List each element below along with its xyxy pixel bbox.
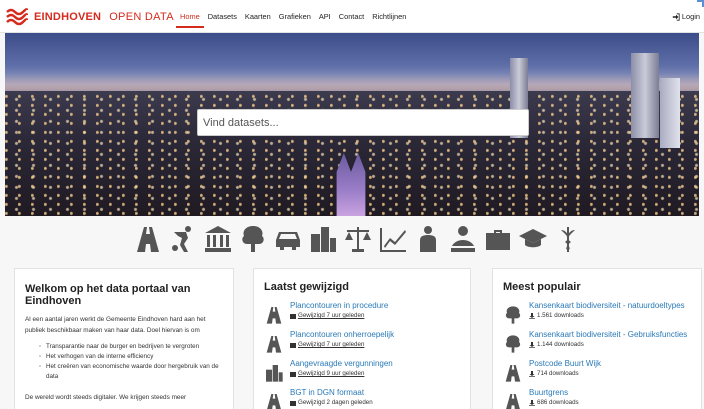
road-icon xyxy=(264,392,284,409)
download-icon xyxy=(529,400,535,406)
list-item[interactable]: Buurtgrens 686 downloads xyxy=(503,388,691,409)
latest-card: Laatst gewijzigd Plancontouren in proced… xyxy=(253,268,471,409)
welcome-tail: De wereld wordt steeds digitaler. We kri… xyxy=(25,394,187,401)
sports-icon[interactable] xyxy=(167,222,198,256)
list-item: Het verhogen van de interne efficiency xyxy=(39,352,223,362)
dataset-link[interactable]: BGT in DGN formaat xyxy=(290,388,373,398)
nav-grafieken[interactable]: Grafieken xyxy=(279,12,311,21)
nav-api[interactable]: API xyxy=(319,12,331,21)
list-item[interactable]: Postcode Buurt Wijk 714 downloads xyxy=(503,359,691,388)
government-icon[interactable] xyxy=(202,222,233,256)
welcome-card: Welkom op het data portaal van Eindhoven… xyxy=(14,268,234,409)
building-icon[interactable] xyxy=(307,222,338,256)
download-icon xyxy=(529,371,535,377)
dataset-meta: 1.561 downloads xyxy=(529,311,685,321)
welcome-bullets: Transparantie naar de burger en bedrijve… xyxy=(39,342,223,382)
calendar-icon xyxy=(290,343,296,348)
dataset-meta: 1.144 downloads xyxy=(529,340,687,350)
list-item: Transparantie naar de burger en bedrijve… xyxy=(39,342,223,352)
briefcase-icon[interactable] xyxy=(482,222,513,256)
dataset-link[interactable]: Buurtgrens xyxy=(529,388,579,398)
search-input[interactable] xyxy=(197,109,529,136)
tree-icon[interactable] xyxy=(237,222,268,256)
calendar-icon xyxy=(290,372,296,377)
road-icon xyxy=(503,363,523,383)
nav-datasets[interactable]: Datasets xyxy=(208,12,237,21)
brand-sub: OPEN DATA xyxy=(109,11,174,23)
window-corner xyxy=(697,0,704,7)
graduation-icon[interactable] xyxy=(517,222,548,256)
dataset-link[interactable]: Plancontouren onherroepelijk xyxy=(290,330,394,340)
latest-title: Laatst gewijzigd xyxy=(264,281,349,293)
login-label: Login xyxy=(681,12,700,21)
welcome-intro: Al een aantal jaren werkt de Gemeente Ei… xyxy=(25,316,206,334)
login-icon xyxy=(672,12,680,21)
dataset-meta: Gewijzigd 9 uur geleden xyxy=(290,369,393,379)
car-icon[interactable] xyxy=(272,222,303,256)
popular-card: Meest populair Kansenkaart biodiversitei… xyxy=(492,268,702,409)
list-item[interactable]: BGT in DGN formaat Gewijzigd 2 dagen gel… xyxy=(264,388,460,409)
road-icon xyxy=(264,334,284,354)
list-item[interactable]: Plancontouren onherroepelijk Gewijzigd 7… xyxy=(264,330,460,359)
dataset-link[interactable]: Plancontouren in procedure xyxy=(290,301,388,311)
dataset-meta: 714 downloads xyxy=(529,369,601,379)
dataset-meta: Gewijzigd 7 uur geleden xyxy=(290,311,388,321)
road-icon xyxy=(264,305,284,325)
list-item[interactable]: Kansenkaart biodiversiteit - natuurdoelt… xyxy=(503,301,691,330)
building-icon xyxy=(264,363,284,383)
header: EINDHOVEN OPEN DATA Home Datasets Kaarte… xyxy=(0,0,704,33)
dataset-meta: 686 downloads xyxy=(529,398,579,408)
dataset-link[interactable]: Postcode Buurt Wijk xyxy=(529,359,601,369)
login-button[interactable]: Login xyxy=(672,12,700,21)
dataset-meta: Gewijzigd 7 uur geleden xyxy=(290,340,394,350)
dataset-link[interactable]: Kansenkaart biodiversiteit - Gebruiksfun… xyxy=(529,330,687,340)
dataset-link[interactable]: Aangevraagde vergunningen xyxy=(290,359,393,369)
popular-list: Kansenkaart biodiversiteit - natuurdoelt… xyxy=(503,301,691,409)
road-icon[interactable] xyxy=(132,222,163,256)
tower xyxy=(660,78,680,148)
list-item[interactable]: Plancontouren in procedure Gewijzigd 7 u… xyxy=(264,301,460,330)
tourism-icon[interactable] xyxy=(447,222,478,256)
calendar-icon xyxy=(290,401,296,406)
nav-richtlijnen[interactable]: Richtlijnen xyxy=(372,12,406,21)
calendar-icon xyxy=(290,314,296,319)
scales-icon[interactable] xyxy=(342,222,373,256)
brand-name: EINDHOVEN xyxy=(34,11,102,23)
tree-icon xyxy=(503,305,523,325)
category-icons xyxy=(132,222,587,256)
chart-icon[interactable] xyxy=(377,222,408,256)
eindhoven-logo-icon xyxy=(6,8,28,26)
tree-icon xyxy=(503,334,523,354)
nav-home[interactable]: Home xyxy=(176,12,204,28)
logo[interactable]: EINDHOVEN OPEN DATA xyxy=(6,8,174,26)
popular-title: Meest populair xyxy=(503,281,581,293)
dataset-link[interactable]: Kansenkaart biodiversiteit - natuurdoelt… xyxy=(529,301,685,311)
list-item: Het creëren van economische waarde door … xyxy=(39,362,223,382)
health-icon[interactable] xyxy=(552,222,583,256)
tower xyxy=(631,53,659,138)
download-icon xyxy=(529,342,535,348)
latest-list: Plancontouren in procedure Gewijzigd 7 u… xyxy=(264,301,460,409)
worker-icon[interactable] xyxy=(412,222,443,256)
list-item[interactable]: Aangevraagde vergunningen Gewijzigd 9 uu… xyxy=(264,359,460,388)
road-icon xyxy=(503,392,523,409)
nav-kaarten[interactable]: Kaarten xyxy=(245,12,271,21)
welcome-title: Welkom op het data portaal van Eindhoven xyxy=(25,283,191,307)
main-nav: Home Datasets Kaarten Grafieken API Cont… xyxy=(176,12,414,28)
download-icon xyxy=(529,313,535,319)
dataset-meta: Gewijzigd 2 dagen geleden xyxy=(290,398,373,408)
list-item[interactable]: Kansenkaart biodiversiteit - Gebruiksfun… xyxy=(503,330,691,359)
nav-contact[interactable]: Contact xyxy=(339,12,364,21)
